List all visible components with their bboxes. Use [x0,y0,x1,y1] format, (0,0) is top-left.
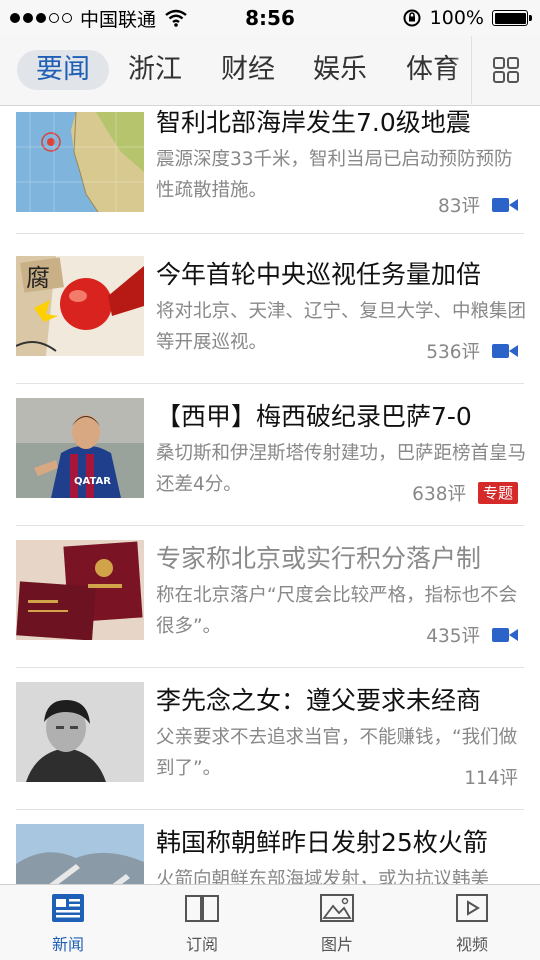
news-title: 专家称北京或实行积分落户制 [156,544,482,573]
orientation-lock-icon [403,9,421,27]
video-icon [492,198,518,212]
comment-count: 638评 [412,484,466,505]
tabbar-item-subscribe[interactable]: 订阅 [157,893,247,955]
cartoon-character: 腐 [26,264,50,292]
video-icon [492,628,518,642]
news-item[interactable]: 李先念之女：遵父要求未经商 父亲要求不去追求当官，不能赚钱，“我们做到了”。 1… [0,668,540,810]
special-topic-tag: 专题 [477,482,518,504]
picture-icon [320,894,354,922]
news-item[interactable]: 专家称北京或实行积分落户制 称在北京落户“尺度会比较严格，指标也不会很多”。 4… [0,526,540,668]
signal-strength-icon [10,13,72,23]
grid-icon [493,57,519,83]
tab-yule[interactable]: 娱乐 [301,50,379,90]
video-icon [492,344,518,358]
category-grid-button[interactable] [471,36,540,104]
comment-count: 83评 [437,196,480,217]
tabbar-label: 订阅 [185,935,218,954]
bottom-tab-bar: 新闻 订阅 图片 视频 [0,884,540,960]
news-title: 今年首轮中央巡视任务量加倍 [156,260,482,289]
rocket-thumbnail [16,824,144,884]
news-title: 李先念之女：遵父要求未经商 [156,686,482,715]
battery-percent: 100% [429,7,484,29]
tabbar-label: 视频 [455,935,488,954]
news-item[interactable]: 腐 今年首轮中央巡视任务量加倍 将对北京、天津、辽宁、复旦大学、中粮集团等开展巡… [0,242,540,384]
hukou-thumbnail [16,540,144,640]
tabbar-label: 图片 [320,935,353,954]
news-summary: 火箭向朝鲜东部海域发射，或为抗议韩美 [156,869,490,884]
comment-count: 435评 [426,626,480,647]
news-title: 智利北部海岸发生7.0级地震 [156,108,471,137]
tabbar-item-pictures[interactable]: 图片 [292,893,382,955]
wifi-icon [165,9,187,27]
news-title: 【西甲】梅西破纪录巴萨7-0 [156,402,472,431]
book-icon [185,895,219,922]
news-title: 韩国称朝鲜昨日发射25枚火箭 [156,828,488,857]
tab-yaowen[interactable]: 要闻 [17,50,109,90]
news-item[interactable]: 智利北部海岸发生7.0级地震 震源深度33千米，智利当局已启动预防预防性疏散措施… [0,106,540,234]
news-list: 智利北部海岸发生7.0级地震 震源深度33千米，智利当局已启动预防预防性疏散措施… [0,106,540,884]
tabbar-label: 新闻 [51,935,84,954]
category-tab-bar: 要闻 浙江 财经 娱乐 体育 [0,36,540,106]
jersey-text: QATAR [74,476,111,487]
tabbar-item-news[interactable]: 新闻 [23,893,113,955]
map-thumbnail [16,112,144,212]
divider [16,233,524,234]
tab-zhejiang[interactable]: 浙江 [116,50,194,90]
play-icon [456,894,488,922]
tabbar-item-video[interactable]: 视频 [427,893,517,955]
comment-count: 114评 [464,768,518,789]
status-bar: 中国联通 8:56 100% [0,0,540,36]
news-item[interactable]: QATAR 【西甲】梅西破纪录巴萨7-0 桑切斯和伊涅斯塔传射建功，巴萨距榜首皇… [0,384,540,526]
portrait-thumbnail [16,682,144,782]
battery-icon [492,10,532,26]
football-thumbnail: QATAR [16,398,144,498]
comment-count: 536评 [426,342,480,363]
news-item[interactable]: 韩国称朝鲜昨日发射25枚火箭 火箭向朝鲜东部海域发射，或为抗议韩美 [0,810,540,884]
tab-caijing[interactable]: 财经 [209,50,287,90]
carrier-name: 中国联通 [80,8,157,31]
cartoon-thumbnail: 腐 [16,256,144,356]
news-icon [52,894,84,922]
